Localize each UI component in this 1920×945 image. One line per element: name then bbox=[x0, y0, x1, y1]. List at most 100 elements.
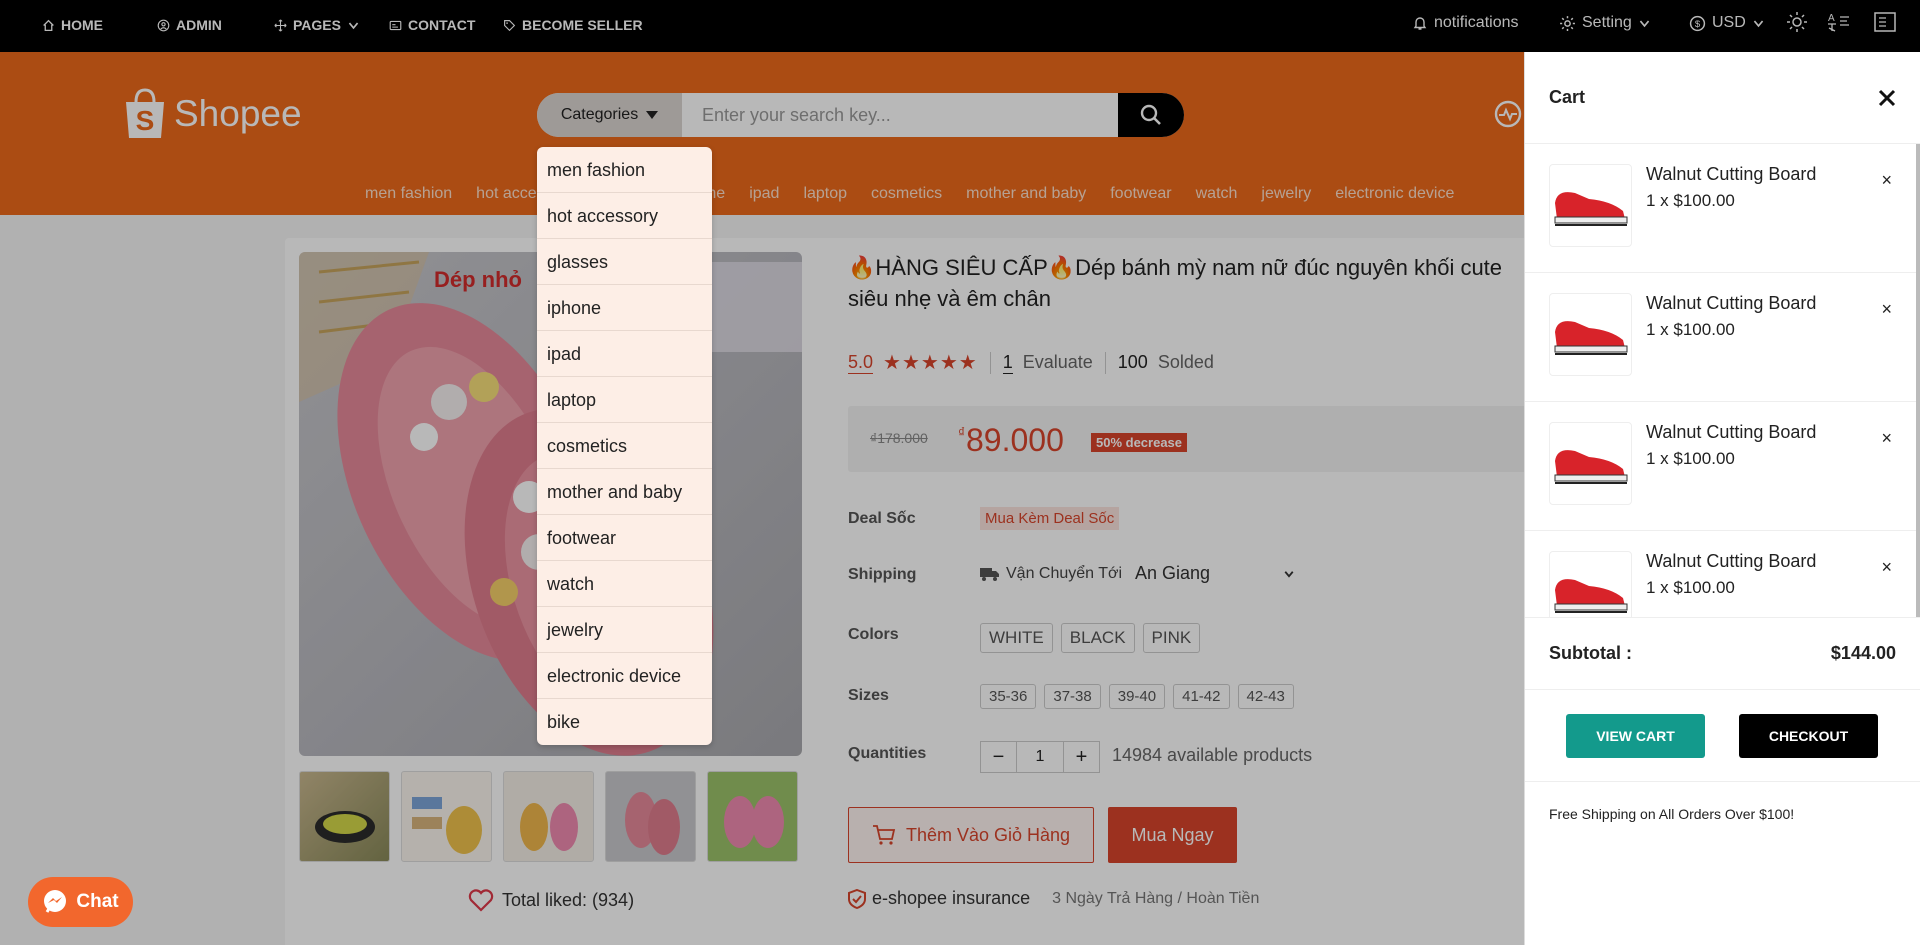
category-link[interactable]: jewelry bbox=[1261, 185, 1311, 203]
cart-items-list[interactable]: Walnut Cutting Board 1 x $100.00 × Walnut… bbox=[1525, 144, 1920, 617]
dropdown-item[interactable]: bike bbox=[537, 699, 712, 745]
category-link[interactable]: electronic device bbox=[1335, 185, 1454, 203]
available-products: 14984 available products bbox=[1112, 745, 1313, 765]
dropdown-item[interactable]: glasses bbox=[537, 239, 712, 285]
setting-label: Setting bbox=[1582, 14, 1632, 31]
product-title: 🔥HÀNG SIÊU CẤP🔥Dép bánh mỳ nam nữ đúc ng… bbox=[848, 255, 1503, 311]
sizes-label: Sizes bbox=[848, 687, 889, 704]
category-link[interactable]: men fashion bbox=[365, 185, 452, 203]
shipping-location-select[interactable]: An Giang bbox=[1135, 563, 1295, 584]
svg-text:S: S bbox=[136, 105, 155, 136]
remove-item-icon[interactable]: × bbox=[1881, 428, 1892, 449]
cart-header: Cart bbox=[1525, 52, 1920, 144]
currency-menu[interactable]: $ USD bbox=[1689, 14, 1765, 32]
cart-item-name[interactable]: Walnut Cutting Board bbox=[1646, 422, 1816, 443]
color-options: WHITE BLACK PINK bbox=[980, 623, 1208, 653]
increase-button[interactable]: + bbox=[1063, 742, 1099, 772]
nav-pages[interactable]: PAGES bbox=[274, 17, 360, 33]
subtotal-value: $144.00 bbox=[1830, 643, 1896, 663]
cart-item-qty: 1 x $100.00 bbox=[1646, 320, 1735, 339]
buy-now-button[interactable]: Mua Ngay bbox=[1108, 807, 1237, 863]
cart-item-image[interactable] bbox=[1549, 164, 1632, 247]
checkout-button[interactable]: CHECKOUT bbox=[1739, 713, 1878, 758]
size-option[interactable]: 37-38 bbox=[1044, 684, 1101, 709]
thumbnail[interactable] bbox=[707, 771, 798, 862]
dropdown-item[interactable]: cosmetics bbox=[537, 423, 712, 469]
cart-item-name[interactable]: Walnut Cutting Board bbox=[1646, 551, 1816, 572]
cart-item-image[interactable] bbox=[1549, 422, 1632, 505]
color-option[interactable]: PINK bbox=[1142, 623, 1201, 653]
deal-label: Deal Sốc bbox=[848, 510, 916, 527]
categories-label: Categories bbox=[560, 106, 639, 123]
category-link[interactable]: watch bbox=[1196, 185, 1238, 203]
dropdown-item[interactable]: iphone bbox=[537, 285, 712, 331]
nav-become-seller-label: BECOME SELLER bbox=[522, 17, 643, 33]
cart-item-name[interactable]: Walnut Cutting Board bbox=[1646, 293, 1816, 314]
cart-item-qty: 1 x $100.00 bbox=[1646, 191, 1735, 210]
thumbnail[interactable] bbox=[605, 771, 696, 862]
decrease-button[interactable]: − bbox=[981, 742, 1017, 772]
notifications-button[interactable]: notifications bbox=[1412, 14, 1519, 32]
nav-contact[interactable]: CONTACT bbox=[389, 17, 475, 33]
dropdown-item[interactable]: footwear bbox=[537, 515, 712, 561]
notifications-label: notifications bbox=[1434, 14, 1519, 31]
size-option[interactable]: 42-43 bbox=[1237, 684, 1294, 709]
category-link[interactable]: cosmetics bbox=[871, 185, 942, 203]
category-link[interactable]: ipad bbox=[749, 185, 779, 203]
total-liked[interactable]: Total liked: (934) bbox=[468, 888, 634, 912]
nav-become-seller[interactable]: BECOME SELLER bbox=[503, 17, 643, 33]
color-option[interactable]: BLACK bbox=[1060, 623, 1135, 653]
setting-menu[interactable]: Setting bbox=[1559, 14, 1651, 32]
nav-home-label: HOME bbox=[61, 17, 103, 33]
cart-item-name[interactable]: Walnut Cutting Board bbox=[1646, 164, 1816, 185]
dropdown-item[interactable]: men fashion bbox=[537, 147, 712, 193]
dropdown-item[interactable]: watch bbox=[537, 561, 712, 607]
nav-home[interactable]: HOME bbox=[42, 17, 103, 33]
cart-item-image[interactable] bbox=[1549, 293, 1632, 376]
chat-button[interactable]: Chat bbox=[28, 877, 133, 927]
deal-badge[interactable]: Mua Kèm Deal Sốc bbox=[980, 507, 1120, 530]
category-link[interactable]: laptop bbox=[803, 185, 847, 203]
quantity-value[interactable]: 1 bbox=[1017, 748, 1063, 766]
evaluate-count[interactable]: 1 bbox=[1002, 352, 1013, 374]
color-option[interactable]: WHITE bbox=[980, 623, 1053, 653]
category-link[interactable]: footwear bbox=[1110, 185, 1171, 203]
dropdown-item[interactable]: electronic device bbox=[537, 653, 712, 699]
sidebar-panel-icon[interactable] bbox=[1874, 12, 1896, 32]
size-option[interactable]: 41-42 bbox=[1173, 684, 1230, 709]
dropdown-item[interactable]: jewelry bbox=[537, 607, 712, 653]
quantities-label: Quantities bbox=[848, 745, 927, 762]
activity-icon[interactable] bbox=[1493, 99, 1523, 129]
size-option[interactable]: 39-40 bbox=[1108, 684, 1166, 709]
cart-item-image[interactable] bbox=[1549, 551, 1632, 617]
remove-item-icon[interactable]: × bbox=[1881, 299, 1892, 320]
colors-label: Colors bbox=[848, 626, 899, 643]
add-to-cart-button[interactable]: Thêm Vào Giỏ Hàng bbox=[848, 807, 1094, 863]
shopping-bag-icon: S bbox=[126, 88, 164, 138]
thumbnail[interactable] bbox=[503, 771, 594, 862]
shipping-location-value: An Giang bbox=[1135, 563, 1211, 583]
move-icon bbox=[274, 18, 287, 32]
price-box: ₫178.000 ₫ 89.000 50% decrease bbox=[848, 406, 1528, 472]
view-cart-button[interactable]: VIEW CART bbox=[1566, 713, 1705, 758]
cart-actions: VIEW CART CHECKOUT bbox=[1525, 690, 1920, 782]
dropdown-item[interactable]: hot accessory bbox=[537, 193, 712, 239]
dropdown-item[interactable]: mother and baby bbox=[537, 469, 712, 515]
thumbnail[interactable] bbox=[299, 771, 390, 862]
size-option[interactable]: 35-36 bbox=[980, 684, 1037, 709]
thumbnail[interactable] bbox=[401, 771, 492, 862]
dropdown-item[interactable]: ipad bbox=[537, 331, 712, 377]
shopee-logo[interactable]: S Shopee bbox=[124, 88, 302, 140]
close-icon[interactable] bbox=[1878, 89, 1896, 107]
search-button[interactable] bbox=[1118, 93, 1184, 137]
rating-stars-icon: ★★★★★ bbox=[883, 352, 978, 374]
remove-item-icon[interactable]: × bbox=[1881, 557, 1892, 578]
remove-item-icon[interactable]: × bbox=[1881, 170, 1892, 191]
nav-admin[interactable]: ADMIN bbox=[157, 17, 222, 33]
category-link[interactable]: mother and baby bbox=[966, 185, 1086, 203]
search-input[interactable] bbox=[682, 93, 1118, 137]
dropdown-item[interactable]: laptop bbox=[537, 377, 712, 423]
categories-dropdown-button[interactable]: Categories bbox=[537, 93, 682, 137]
translate-icon[interactable]: A bbox=[1827, 11, 1851, 33]
sun-icon[interactable] bbox=[1786, 11, 1808, 33]
